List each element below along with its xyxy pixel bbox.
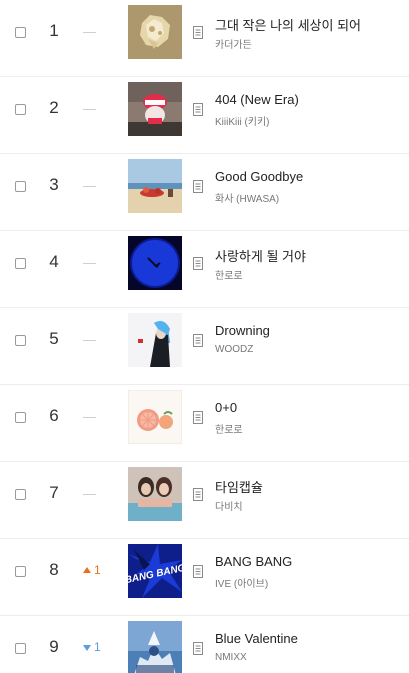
chart-row: 1 그대 작은 나의 세상이 되어 카더가든 — [0, 0, 409, 77]
album-cover[interactable] — [128, 621, 182, 673]
rank-change — [80, 486, 106, 502]
rank-change — [80, 332, 106, 348]
rank-number: 4 — [49, 252, 59, 271]
artist-name[interactable]: IVE (아이브) — [215, 575, 268, 590]
album-cover[interactable] — [128, 5, 182, 59]
chart-list: 1 그대 작은 나의 세상이 되어 카더가든 2 404 (New Era) K… — [0, 0, 409, 673]
no-change-dash-icon — [83, 263, 96, 264]
artist-name[interactable]: 한로로 — [215, 421, 243, 436]
no-change-dash-icon — [83, 494, 96, 495]
album-cover[interactable] — [128, 390, 182, 444]
chart-row: 2 404 (New Era) KiiiKiii (키키) — [0, 77, 409, 154]
row-checkbox[interactable] — [15, 412, 26, 423]
song-info-icon[interactable] — [193, 334, 203, 347]
rank-number: 3 — [49, 175, 59, 194]
rank-up-arrow-icon — [83, 567, 91, 573]
rank-change — [80, 409, 106, 425]
row-checkbox[interactable] — [15, 258, 26, 269]
artist-name[interactable]: 화사 (HWASA) — [215, 190, 279, 205]
album-cover[interactable] — [128, 159, 182, 213]
album-cover[interactable] — [128, 313, 182, 367]
song-title[interactable]: 0+0 — [215, 400, 237, 415]
rank-change — [80, 255, 106, 271]
row-checkbox[interactable] — [15, 27, 26, 38]
artist-name[interactable]: NMIXX — [215, 652, 247, 663]
song-title[interactable]: Good Goodbye — [215, 169, 303, 184]
song-info-icon[interactable] — [193, 257, 203, 270]
song-info-icon[interactable] — [193, 488, 203, 501]
rank-number: 5 — [49, 329, 59, 348]
song-info-icon[interactable] — [193, 642, 203, 655]
song-info-icon[interactable] — [193, 180, 203, 193]
rank-down-arrow-icon — [83, 645, 91, 651]
no-change-dash-icon — [83, 340, 96, 341]
row-checkbox[interactable] — [15, 643, 26, 654]
chart-row: 4 사랑하게 될 거야 한로로 — [0, 231, 409, 308]
row-checkbox[interactable] — [15, 181, 26, 192]
chart-row: 7 타임캡슐 다비치 — [0, 462, 409, 539]
rank-number: 8 — [49, 560, 59, 579]
rank-change — [80, 101, 106, 117]
song-title[interactable]: 404 (New Era) — [215, 92, 299, 107]
song-title[interactable]: 타임캡슐 — [215, 477, 263, 496]
song-info-icon[interactable] — [193, 26, 203, 39]
chart-row: 9 1 Blue Valentine NMIXX — [0, 616, 409, 673]
row-checkbox[interactable] — [15, 489, 26, 500]
chart-row: 6 0+0 한로로 — [0, 385, 409, 462]
rank-change-amount: 1 — [94, 640, 101, 654]
rank-change-amount: 1 — [94, 563, 101, 577]
album-cover[interactable] — [128, 236, 182, 290]
rank-number: 9 — [49, 637, 59, 656]
album-cover[interactable]: BANG BANG — [128, 544, 182, 598]
chart-row: 3 Good Goodbye 화사 (HWASA) — [0, 154, 409, 231]
artist-name[interactable]: KiiiKiii (키키) — [215, 113, 270, 128]
artist-name[interactable]: 다비치 — [215, 498, 243, 513]
rank-number: 1 — [49, 21, 59, 40]
song-info-icon[interactable] — [193, 411, 203, 424]
song-title[interactable]: 그대 작은 나의 세상이 되어 — [215, 15, 361, 34]
song-info-icon[interactable] — [193, 103, 203, 116]
song-info-icon[interactable] — [193, 565, 203, 578]
rank-number: 6 — [49, 406, 59, 425]
song-title[interactable]: 사랑하게 될 거야 — [215, 246, 306, 265]
row-checkbox[interactable] — [15, 335, 26, 346]
rank-change — [80, 24, 106, 40]
rank-number: 2 — [49, 98, 59, 117]
no-change-dash-icon — [83, 32, 96, 33]
rank-change: 1 — [80, 563, 106, 579]
rank-number: 7 — [49, 483, 59, 502]
artist-name[interactable]: 한로로 — [215, 267, 243, 282]
song-title[interactable]: Blue Valentine — [215, 631, 298, 646]
no-change-dash-icon — [83, 417, 96, 418]
album-cover[interactable] — [128, 82, 182, 136]
no-change-dash-icon — [83, 109, 96, 110]
row-checkbox[interactable] — [15, 104, 26, 115]
row-checkbox[interactable] — [15, 566, 26, 577]
chart-row: 8 1 BANG BANG BANG BANG IVE (아이브) — [0, 539, 409, 616]
album-cover[interactable] — [128, 467, 182, 521]
song-title[interactable]: BANG BANG — [215, 554, 292, 569]
no-change-dash-icon — [83, 186, 96, 187]
rank-change: 1 — [80, 640, 106, 656]
artist-name[interactable]: 카더가든 — [215, 36, 252, 51]
rank-change — [80, 178, 106, 194]
chart-row: 5 Drowning WOODZ — [0, 308, 409, 385]
artist-name[interactable]: WOODZ — [215, 344, 253, 355]
song-title[interactable]: Drowning — [215, 323, 270, 338]
